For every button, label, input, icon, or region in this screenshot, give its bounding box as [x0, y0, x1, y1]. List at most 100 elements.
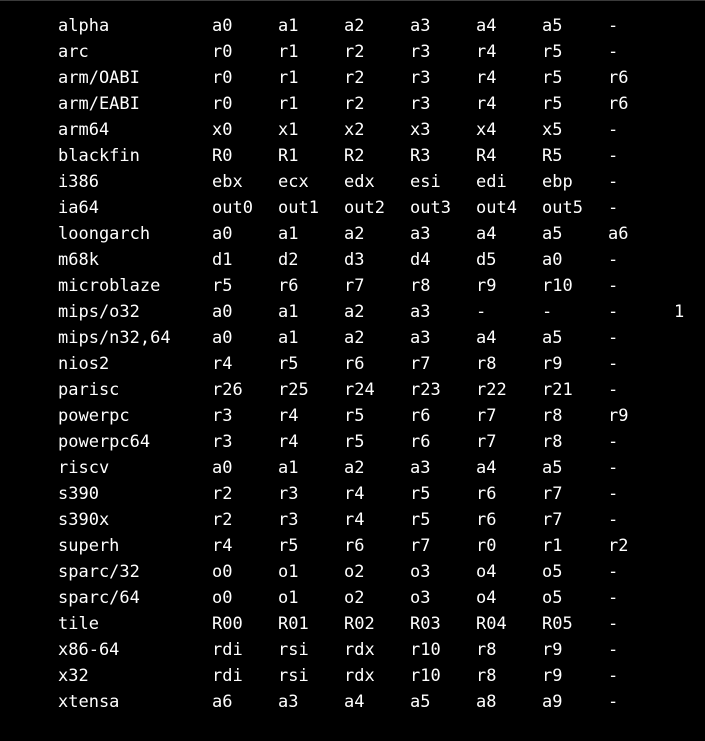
arg5-register-cell: r8	[476, 640, 497, 660]
arg5-register-cell: r4	[476, 94, 497, 114]
arg5-register-cell: x4	[476, 120, 497, 140]
arg5-register-cell: r4	[476, 42, 497, 62]
arg2-register-cell: o1	[278, 588, 299, 608]
arg5-register-cell: r7	[476, 432, 497, 452]
arg7-register-cell: -	[608, 120, 619, 140]
arg5-register-cell: edi	[476, 172, 507, 192]
arg3-register-cell: edx	[344, 172, 375, 192]
arg5-register-cell: r7	[476, 406, 497, 426]
arg7-register-cell: -	[608, 692, 619, 712]
arg3-register-cell: rdx	[344, 640, 375, 660]
arg6-register-cell: r8	[542, 406, 563, 426]
arg1-register-cell: r3	[212, 406, 233, 426]
arch-name-cell: s390	[58, 484, 99, 504]
arg3-register-cell: r5	[344, 406, 365, 426]
arch-name-cell: s390x	[58, 510, 110, 530]
arg3-register-cell: o2	[344, 562, 365, 582]
arg4-register-cell: a5	[410, 692, 431, 712]
arg1-register-cell: r2	[212, 484, 233, 504]
arg4-register-cell: x3	[410, 120, 431, 140]
arg5-register-cell: a4	[476, 328, 497, 348]
arg7-register-cell: -	[608, 588, 619, 608]
arg2-register-cell: a1	[278, 302, 299, 322]
arg1-register-cell: a0	[212, 224, 233, 244]
arg3-register-cell: R2	[344, 146, 365, 166]
arg4-register-cell: d4	[410, 250, 431, 270]
arg7-register-cell: a6	[608, 224, 629, 244]
arg2-register-cell: r4	[278, 406, 299, 426]
arg3-register-cell: a2	[344, 224, 365, 244]
arg2-register-cell: a1	[278, 224, 299, 244]
arg6-register-cell: r9	[542, 354, 563, 374]
arg7-register-cell: -	[608, 276, 619, 296]
arg2-register-cell: rsi	[278, 640, 309, 660]
arg7-register-cell: -	[608, 172, 619, 192]
arg6-register-cell: R05	[542, 614, 573, 634]
arg6-register-cell: r7	[542, 510, 563, 530]
arg7-register-cell: -	[608, 432, 619, 452]
arg4-register-cell: a3	[410, 458, 431, 478]
arch-name-cell: nios2	[58, 354, 110, 374]
arg6-register-cell: r1	[542, 536, 563, 556]
arg2-register-cell: d2	[278, 250, 299, 270]
arg3-register-cell: r24	[344, 380, 375, 400]
arg6-register-cell: r5	[542, 94, 563, 114]
arg2-register-cell: r25	[278, 380, 309, 400]
arg1-register-cell: R0	[212, 146, 233, 166]
arg4-register-cell: o3	[410, 588, 431, 608]
arg6-register-cell: a5	[542, 458, 563, 478]
arg1-register-cell: o0	[212, 562, 233, 582]
arg2-register-cell: r5	[278, 536, 299, 556]
arg1-register-cell: out0	[212, 198, 253, 218]
arg2-register-cell: r1	[278, 68, 299, 88]
arg2-register-cell: R01	[278, 614, 309, 634]
arg2-register-cell: r1	[278, 94, 299, 114]
arg5-register-cell: r8	[476, 354, 497, 374]
arg3-register-cell: r5	[344, 432, 365, 452]
arg3-register-cell: a4	[344, 692, 365, 712]
arg4-register-cell: r23	[410, 380, 441, 400]
arg6-register-cell: r5	[542, 68, 563, 88]
arg6-register-cell: r5	[542, 42, 563, 62]
arch-name-cell: sparc/32	[58, 562, 140, 582]
arg7-register-cell: -	[608, 146, 619, 166]
arg1-register-cell: rdi	[212, 640, 243, 660]
arg6-register-cell: a5	[542, 16, 563, 36]
arg5-register-cell: a4	[476, 458, 497, 478]
arg2-register-cell: a3	[278, 692, 299, 712]
arch-name-cell: alpha	[58, 16, 110, 36]
arg7-register-cell: -	[608, 562, 619, 582]
arg7-register-cell: -	[608, 666, 619, 686]
arg1-register-cell: r4	[212, 536, 233, 556]
arg7-register-cell: r9	[608, 406, 629, 426]
arg3-register-cell: r6	[344, 536, 365, 556]
arch-name-cell: powerpc64	[58, 432, 151, 452]
arg7-register-cell: -	[608, 302, 619, 322]
arg6-register-cell: -	[542, 302, 553, 322]
arch-name-cell: x32	[58, 666, 89, 686]
arg6-register-cell: ebp	[542, 172, 573, 192]
arg4-register-cell: r10	[410, 640, 441, 660]
arg7-register-cell: -	[608, 16, 619, 36]
arg6-register-cell: r8	[542, 432, 563, 452]
arg6-register-cell: o5	[542, 562, 563, 582]
arg4-register-cell: a3	[410, 224, 431, 244]
arg8-register-cell: 1	[674, 302, 685, 322]
arg5-register-cell: r8	[476, 666, 497, 686]
arch-name-cell: mips/o32	[58, 302, 140, 322]
arg1-register-cell: R00	[212, 614, 243, 634]
arg1-register-cell: r5	[212, 276, 233, 296]
arg5-register-cell: r9	[476, 276, 497, 296]
arg7-register-cell: -	[608, 510, 619, 530]
arg6-register-cell: a9	[542, 692, 563, 712]
arg7-register-cell: -	[608, 328, 619, 348]
arg5-register-cell: a4	[476, 16, 497, 36]
arg3-register-cell: rdx	[344, 666, 375, 686]
arg5-register-cell: R4	[476, 146, 497, 166]
arg7-register-cell: -	[608, 614, 619, 634]
arg4-register-cell: a3	[410, 302, 431, 322]
arg3-register-cell: r2	[344, 68, 365, 88]
arg7-register-cell: -	[608, 458, 619, 478]
arg7-register-cell: -	[608, 640, 619, 660]
arg1-register-cell: d1	[212, 250, 233, 270]
